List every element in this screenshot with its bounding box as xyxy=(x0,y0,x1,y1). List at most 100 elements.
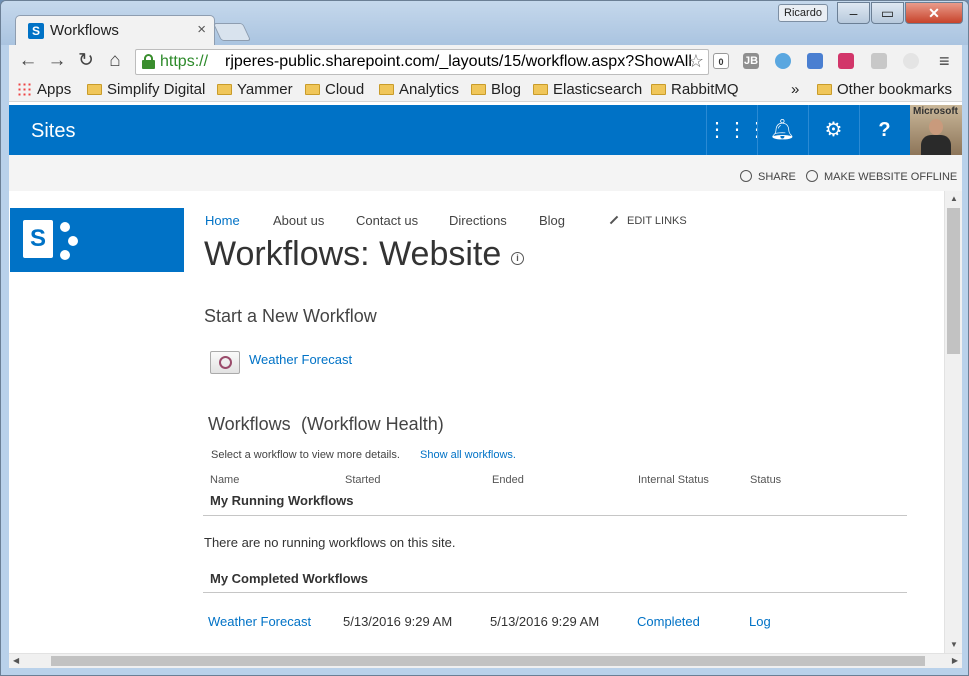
bell-icon[interactable]: 🔔︎ xyxy=(757,105,807,155)
divider xyxy=(203,592,907,593)
browser-toolbar: ← → ↻ ⌂ https:// rjperes-public.sharepoi… xyxy=(9,45,962,78)
horizontal-scrollbar[interactable]: ◀ ▶ xyxy=(9,653,962,668)
extension-badge: 0 xyxy=(718,57,724,67)
start-workflow-heading: Start a New Workflow xyxy=(204,306,377,326)
url-text: rjperes-public.sharepoint.com/_layouts/1… xyxy=(225,53,692,70)
folder-icon xyxy=(379,84,394,95)
show-all-link[interactable]: Show all workflows. xyxy=(420,449,516,461)
folder-icon xyxy=(651,84,666,95)
row-started: 5/13/2016 9:29 AM xyxy=(343,614,453,629)
offline-button[interactable]: MAKE WEBSITE OFFLINE xyxy=(806,170,957,183)
folder-icon xyxy=(817,84,832,95)
extension-gear-icon[interactable] xyxy=(903,53,919,69)
bookmark-star-icon[interactable]: ☆ xyxy=(688,51,704,72)
extension-q-icon[interactable] xyxy=(838,53,854,69)
title-bar: S Workflows × Ricardo – ▭ ✕ xyxy=(1,1,968,45)
divider xyxy=(203,515,907,516)
workflow-hint: Select a workflow to view more details. xyxy=(211,449,400,461)
back-arrow-icon[interactable]: ← xyxy=(17,50,39,72)
browser-tab[interactable]: S Workflows × xyxy=(15,15,215,45)
col-started[interactable]: Started xyxy=(345,474,380,486)
bookmarks-overflow-chevron[interactable]: » xyxy=(791,81,799,98)
bookmark-elasticsearch[interactable]: Elasticsearch xyxy=(533,81,642,98)
bookmark-blog[interactable]: Blog xyxy=(471,81,521,98)
page-title: Workflows: Website xyxy=(204,235,502,273)
suite-bar: Sites ⋮⋮⋮ 🔔︎ ⚙ ? Microsoft xyxy=(9,105,962,155)
forward-arrow-icon[interactable]: → xyxy=(46,50,68,72)
tab-title: Workflows xyxy=(50,22,119,39)
scroll-up-icon[interactable]: ▲ xyxy=(945,191,962,207)
no-running-message: There are no running workflows on this s… xyxy=(204,535,456,550)
apps-icon xyxy=(17,82,31,96)
other-bookmarks[interactable]: Other bookmarks xyxy=(817,81,952,98)
nav-about-us[interactable]: About us xyxy=(273,213,324,228)
home-icon[interactable]: ⌂ xyxy=(104,50,126,72)
folder-icon xyxy=(533,84,548,95)
new-tab-button[interactable] xyxy=(212,23,252,41)
scroll-down-icon[interactable]: ▼ xyxy=(945,637,962,653)
nav-home[interactable]: Home xyxy=(205,213,240,228)
horizontal-scroll-thumb[interactable] xyxy=(51,656,925,666)
workflows-heading: Workflows xyxy=(208,414,291,434)
browser-window: S Workflows × Ricardo – ▭ ✕ ← → ↻ ⌂ http… xyxy=(0,0,969,676)
bookmark-simplify-digital[interactable]: Simplify Digital xyxy=(87,81,205,98)
app-launcher-icon[interactable]: ⋮⋮⋮ xyxy=(706,105,767,155)
reload-icon[interactable]: ↻ xyxy=(75,50,97,72)
info-icon[interactable]: i xyxy=(511,252,524,265)
chrome-menu-icon[interactable]: ≡ xyxy=(939,51,950,72)
pencil-icon xyxy=(609,215,619,225)
lock-icon xyxy=(142,54,155,69)
page-viewport: Sites ⋮⋮⋮ 🔔︎ ⚙ ? Microsoft SHARE MAKE WE… xyxy=(9,102,962,653)
workflow-icon[interactable] xyxy=(210,351,240,374)
site-logo[interactable]: S xyxy=(10,208,184,272)
suite-title[interactable]: Sites xyxy=(31,120,75,143)
extension-jb-icon[interactable]: JB xyxy=(743,53,759,69)
start-workflow-link[interactable]: Weather Forecast xyxy=(249,352,352,367)
workflow-health-link[interactable]: (Workflow Health) xyxy=(301,414,444,435)
bookmark-yammer[interactable]: Yammer xyxy=(217,81,293,98)
bookmark-analytics[interactable]: Analytics xyxy=(379,81,459,98)
sharepoint-logo-icon: S xyxy=(23,220,53,258)
scroll-left-icon[interactable]: ◀ xyxy=(13,654,19,668)
tab-close-icon[interactable]: × xyxy=(197,21,206,38)
avatar-label: Microsoft xyxy=(913,106,958,117)
row-name-link[interactable]: Weather Forecast xyxy=(208,614,311,629)
help-icon[interactable]: ? xyxy=(859,105,909,155)
address-bar[interactable]: https:// rjperes-public.sharepoint.com/_… xyxy=(135,49,709,75)
nav-blog[interactable]: Blog xyxy=(539,213,565,228)
sharepoint-favicon-icon: S xyxy=(28,23,44,39)
vertical-scrollbar[interactable]: ▲ ▼ xyxy=(944,191,962,653)
col-internal-status[interactable]: Internal Status xyxy=(638,474,709,486)
maximize-button[interactable]: ▭ xyxy=(871,2,904,24)
bookmarks-bar: Apps Simplify Digital Yammer Cloud Analy… xyxy=(9,78,962,102)
folder-icon xyxy=(305,84,320,95)
nav-contact-us[interactable]: Contact us xyxy=(356,213,418,228)
extension-bracket-icon[interactable] xyxy=(807,53,823,69)
edit-links-button[interactable]: EDIT LINKS xyxy=(609,215,687,227)
share-button[interactable]: SHARE xyxy=(740,170,796,183)
completed-group-header: My Completed Workflows xyxy=(210,571,368,586)
col-ended[interactable]: Ended xyxy=(492,474,524,486)
row-internal-status-link[interactable]: Completed xyxy=(637,614,700,629)
close-window-button[interactable]: ✕ xyxy=(905,2,963,24)
url-scheme: https:// xyxy=(160,53,209,70)
scroll-thumb[interactable] xyxy=(947,208,960,354)
share-icon xyxy=(740,170,752,182)
cloud-extension-icon[interactable] xyxy=(775,53,791,69)
minimize-button[interactable]: – xyxy=(837,2,870,24)
nav-directions[interactable]: Directions xyxy=(449,213,507,228)
avatar[interactable]: Microsoft xyxy=(910,105,962,155)
profile-badge[interactable]: Ricardo xyxy=(778,4,828,22)
bookmark-apps[interactable]: Apps xyxy=(17,81,71,98)
extension-grey-icon[interactable] xyxy=(871,53,887,69)
scroll-right-icon[interactable]: ▶ xyxy=(952,654,958,668)
bookmark-cloud[interactable]: Cloud xyxy=(305,81,364,98)
gear-icon[interactable]: ⚙ xyxy=(808,105,858,155)
row-log-link[interactable]: Log xyxy=(749,614,771,629)
globe-icon xyxy=(806,170,818,182)
extension-list-icon[interactable]: 0 xyxy=(713,53,729,69)
row-ended: 5/13/2016 9:29 AM xyxy=(490,614,600,629)
col-name[interactable]: Name xyxy=(210,474,239,486)
bookmark-rabbitmq[interactable]: RabbitMQ xyxy=(651,81,739,98)
col-status[interactable]: Status xyxy=(750,474,781,486)
